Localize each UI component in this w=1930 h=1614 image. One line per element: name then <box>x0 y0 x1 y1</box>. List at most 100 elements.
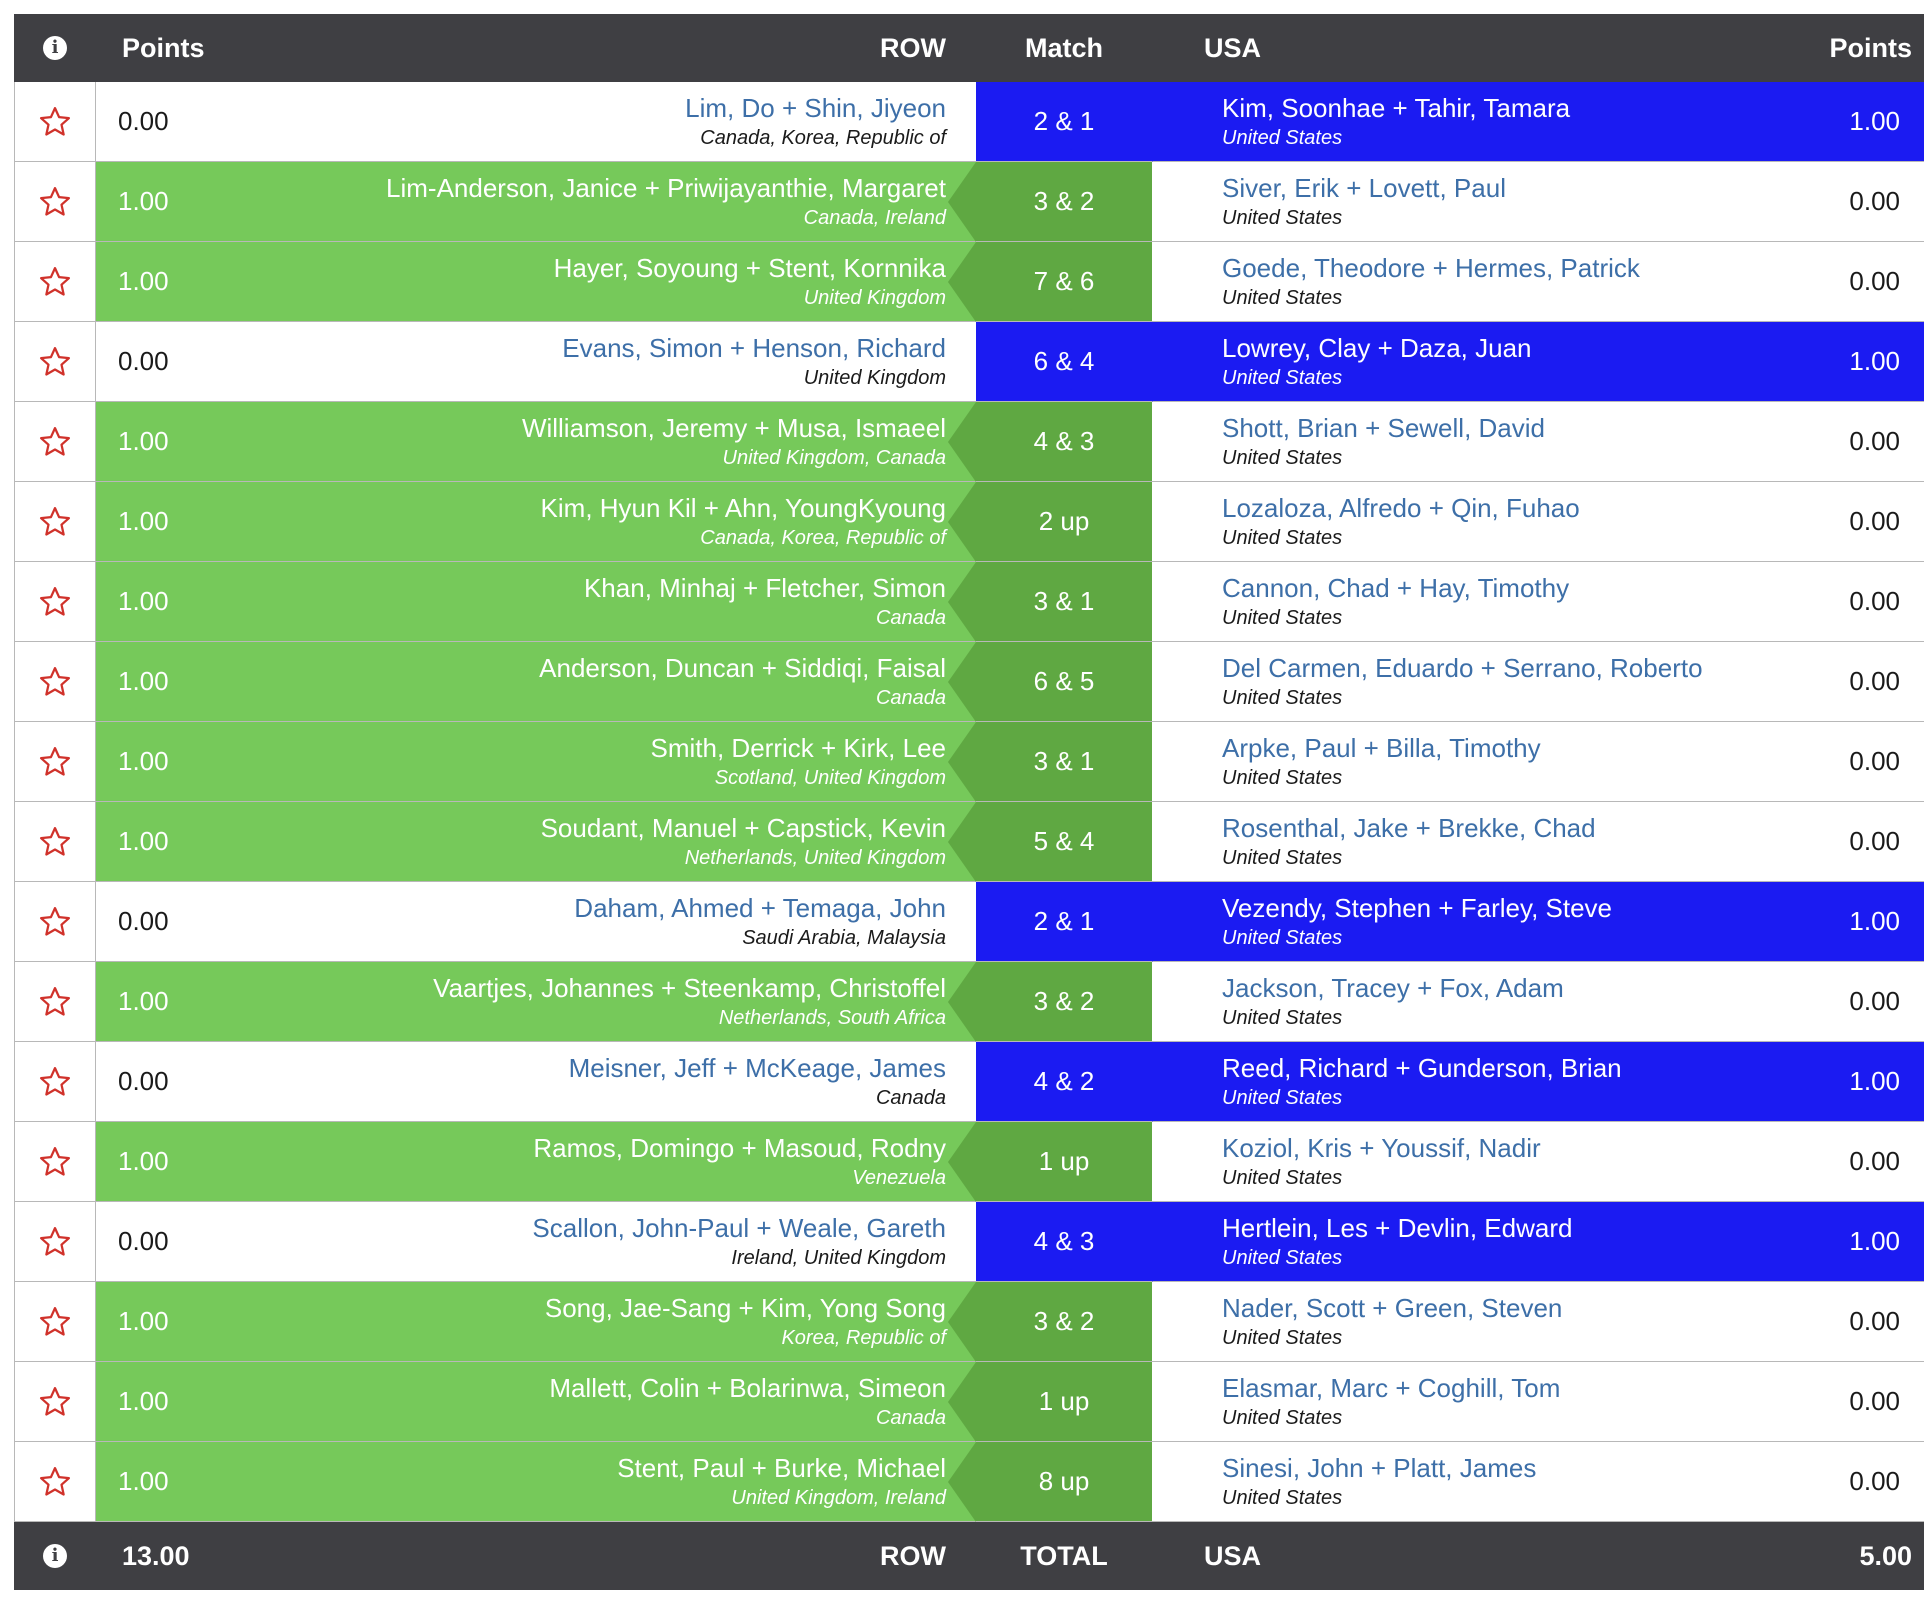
star-icon[interactable] <box>38 265 72 299</box>
usa-player-names[interactable]: Hertlein, Les + Devlin, Edward <box>1222 1213 1572 1244</box>
star-icon[interactable] <box>38 1385 72 1419</box>
usa-team-cell[interactable]: Lozaloza, Alfredo + Qin, Fuhao United St… <box>1152 482 1924 561</box>
star-icon[interactable] <box>38 105 72 139</box>
star-icon[interactable] <box>38 1305 72 1339</box>
usa-team-cell[interactable]: Koziol, Kris + Youssif, Nadir United Sta… <box>1152 1122 1924 1201</box>
usa-team-cell[interactable]: Del Carmen, Eduardo + Serrano, Roberto U… <box>1152 642 1924 721</box>
usa-team-cell[interactable]: Nader, Scott + Green, Steven United Stat… <box>1152 1282 1924 1361</box>
row-team-cell[interactable]: 1.00 Smith, Derrick + Kirk, Lee Scotland… <box>96 722 976 801</box>
usa-team-cell[interactable]: Goede, Theodore + Hermes, Patrick United… <box>1152 242 1924 321</box>
row-team-cell[interactable]: 1.00 Khan, Minhaj + Fletcher, Simon Cana… <box>96 562 976 641</box>
row-player-names[interactable]: Anderson, Duncan + Siddiqi, Faisal <box>539 653 946 684</box>
star-icon[interactable] <box>38 825 72 859</box>
usa-player-names[interactable]: Koziol, Kris + Youssif, Nadir <box>1222 1133 1541 1164</box>
row-player-names[interactable]: Evans, Simon + Henson, Richard <box>562 333 946 364</box>
usa-player-names[interactable]: Rosenthal, Jake + Brekke, Chad <box>1222 813 1596 844</box>
usa-team-cell[interactable]: Reed, Richard + Gunderson, Brian United … <box>1152 1042 1924 1121</box>
usa-player-names[interactable]: Nader, Scott + Green, Steven <box>1222 1293 1562 1324</box>
usa-team-cell[interactable]: Siver, Erik + Lovett, Paul United States… <box>1152 162 1924 241</box>
row-player-names[interactable]: Scallon, John-Paul + Weale, Gareth <box>532 1213 946 1244</box>
usa-team-cell[interactable]: Rosenthal, Jake + Brekke, Chad United St… <box>1152 802 1924 881</box>
usa-player-names[interactable]: Del Carmen, Eduardo + Serrano, Roberto <box>1222 653 1703 684</box>
match-result: 7 & 6 <box>948 242 1152 322</box>
usa-team-cell[interactable]: Lowrey, Clay + Daza, Juan United States … <box>1152 322 1924 401</box>
row-player-names[interactable]: Khan, Minhaj + Fletcher, Simon <box>584 573 946 604</box>
info-icon[interactable]: i <box>43 36 67 60</box>
row-team-cell[interactable]: 1.00 Song, Jae-Sang + Kim, Yong Song Kor… <box>96 1282 976 1361</box>
row-team-cell[interactable]: 0.00 Evans, Simon + Henson, Richard Unit… <box>96 322 976 401</box>
usa-team-cell[interactable]: Elasmar, Marc + Coghill, Tom United Stat… <box>1152 1362 1924 1441</box>
usa-player-names[interactable]: Shott, Brian + Sewell, David <box>1222 413 1545 444</box>
usa-player-names[interactable]: Vezendy, Stephen + Farley, Steve <box>1222 893 1612 924</box>
row-player-names[interactable]: Kim, Hyun Kil + Ahn, YoungKyoung <box>541 493 946 524</box>
row-player-names[interactable]: Ramos, Domingo + Masoud, Rodny <box>533 1133 946 1164</box>
usa-player-names[interactable]: Kim, Soonhae + Tahir, Tamara <box>1222 93 1570 124</box>
star-icon[interactable] <box>38 345 72 379</box>
row-team-cell[interactable]: 1.00 Soudant, Manuel + Capstick, Kevin N… <box>96 802 976 881</box>
row-player-names[interactable]: Soudant, Manuel + Capstick, Kevin <box>541 813 946 844</box>
star-icon[interactable] <box>38 1065 72 1099</box>
favorite-cell <box>14 162 96 241</box>
row-team-cell[interactable]: 1.00 Lim-Anderson, Janice + Priwijayanth… <box>96 162 976 241</box>
usa-team-cell[interactable]: Arpke, Paul + Billa, Timothy United Stat… <box>1152 722 1924 801</box>
row-player-names[interactable]: Lim, Do + Shin, Jiyeon <box>685 93 946 124</box>
row-player-names[interactable]: Vaartjes, Johannes + Steenkamp, Christof… <box>433 973 946 1004</box>
star-icon[interactable] <box>38 505 72 539</box>
star-icon[interactable] <box>38 185 72 219</box>
usa-team-cell[interactable]: Cannon, Chad + Hay, Timothy United State… <box>1152 562 1924 641</box>
usa-team-cell[interactable]: Shott, Brian + Sewell, David United Stat… <box>1152 402 1924 481</box>
row-team-cell[interactable]: 1.00 Williamson, Jeremy + Musa, Ismaeel … <box>96 402 976 481</box>
star-icon[interactable] <box>38 1225 72 1259</box>
star-icon[interactable] <box>38 1465 72 1499</box>
star-icon[interactable] <box>38 985 72 1019</box>
usa-team-cell[interactable]: Sinesi, John + Platt, James United State… <box>1152 1442 1924 1521</box>
star-icon[interactable] <box>38 745 72 779</box>
star-icon[interactable] <box>38 1145 72 1179</box>
star-icon[interactable] <box>38 665 72 699</box>
row-team-cell[interactable]: 1.00 Kim, Hyun Kil + Ahn, YoungKyoung Ca… <box>96 482 976 561</box>
match-result: 2 up <box>948 482 1152 562</box>
row-player-names[interactable]: Meisner, Jeff + McKeage, James <box>569 1053 946 1084</box>
usa-player-names[interactable]: Elasmar, Marc + Coghill, Tom <box>1222 1373 1560 1404</box>
usa-team-cell[interactable]: Kim, Soonhae + Tahir, Tamara United Stat… <box>1152 82 1924 161</box>
usa-player-names[interactable]: Sinesi, John + Platt, James <box>1222 1453 1536 1484</box>
usa-player-names[interactable]: Jackson, Tracey + Fox, Adam <box>1222 973 1564 1004</box>
row-team-cell[interactable]: 0.00 Daham, Ahmed + Temaga, John Saudi A… <box>96 882 976 961</box>
usa-player-names[interactable]: Goede, Theodore + Hermes, Patrick <box>1222 253 1640 284</box>
row-team-cell[interactable]: 0.00 Scallon, John-Paul + Weale, Gareth … <box>96 1202 976 1281</box>
star-icon[interactable] <box>38 905 72 939</box>
row-team: Smith, Derrick + Kirk, Lee Scotland, Uni… <box>651 733 946 790</box>
usa-countries: United States <box>1222 127 1343 149</box>
usa-team-cell[interactable]: Jackson, Tracey + Fox, Adam United State… <box>1152 962 1924 1041</box>
row-player-names[interactable]: Daham, Ahmed + Temaga, John <box>574 893 946 924</box>
row-player-names[interactable]: Williamson, Jeremy + Musa, Ismaeel <box>522 413 946 444</box>
row-team-cell[interactable]: 1.00 Anderson, Duncan + Siddiqi, Faisal … <box>96 642 976 721</box>
usa-team-cell[interactable]: Vezendy, Stephen + Farley, Steve United … <box>1152 882 1924 961</box>
row-player-names[interactable]: Hayer, Soyoung + Stent, Kornnika <box>554 253 946 284</box>
row-player-names[interactable]: Mallett, Colin + Bolarinwa, Simeon <box>549 1373 946 1404</box>
usa-player-names[interactable]: Lowrey, Clay + Daza, Juan <box>1222 333 1532 364</box>
row-player-names[interactable]: Lim-Anderson, Janice + Priwijayanthie, M… <box>386 173 946 204</box>
row-team-cell[interactable]: 1.00 Ramos, Domingo + Masoud, Rodny Vene… <box>96 1122 976 1201</box>
row-player-names[interactable]: Stent, Paul + Burke, Michael <box>617 1453 946 1484</box>
usa-player-names[interactable]: Reed, Richard + Gunderson, Brian <box>1222 1053 1622 1084</box>
usa-player-names[interactable]: Arpke, Paul + Billa, Timothy <box>1222 733 1541 764</box>
row-team-cell[interactable]: 1.00 Hayer, Soyoung + Stent, Kornnika Un… <box>96 242 976 321</box>
info-icon[interactable]: i <box>43 1544 67 1568</box>
star-icon[interactable] <box>38 585 72 619</box>
row-points: 1.00 <box>118 746 169 776</box>
row-team-cell[interactable]: 1.00 Stent, Paul + Burke, Michael United… <box>96 1442 976 1521</box>
row-player-names[interactable]: Smith, Derrick + Kirk, Lee <box>651 733 946 764</box>
row-player-names[interactable]: Song, Jae-Sang + Kim, Yong Song <box>545 1293 946 1324</box>
row-team-cell[interactable]: 1.00 Vaartjes, Johannes + Steenkamp, Chr… <box>96 962 976 1041</box>
row-team-cell[interactable]: 1.00 Mallett, Colin + Bolarinwa, Simeon … <box>96 1362 976 1441</box>
row-team-cell[interactable]: 0.00 Meisner, Jeff + McKeage, James Cana… <box>96 1042 976 1121</box>
match-result: 3 & 2 <box>948 962 1152 1042</box>
usa-team-cell[interactable]: Hertlein, Les + Devlin, Edward United St… <box>1152 1202 1924 1281</box>
usa-countries: United States <box>1222 927 1343 949</box>
row-team-cell[interactable]: 0.00 Lim, Do + Shin, Jiyeon Canada, Kore… <box>96 82 976 161</box>
usa-player-names[interactable]: Cannon, Chad + Hay, Timothy <box>1222 573 1569 604</box>
usa-player-names[interactable]: Siver, Erik + Lovett, Paul <box>1222 173 1506 204</box>
usa-player-names[interactable]: Lozaloza, Alfredo + Qin, Fuhao <box>1222 493 1580 524</box>
star-icon[interactable] <box>38 425 72 459</box>
